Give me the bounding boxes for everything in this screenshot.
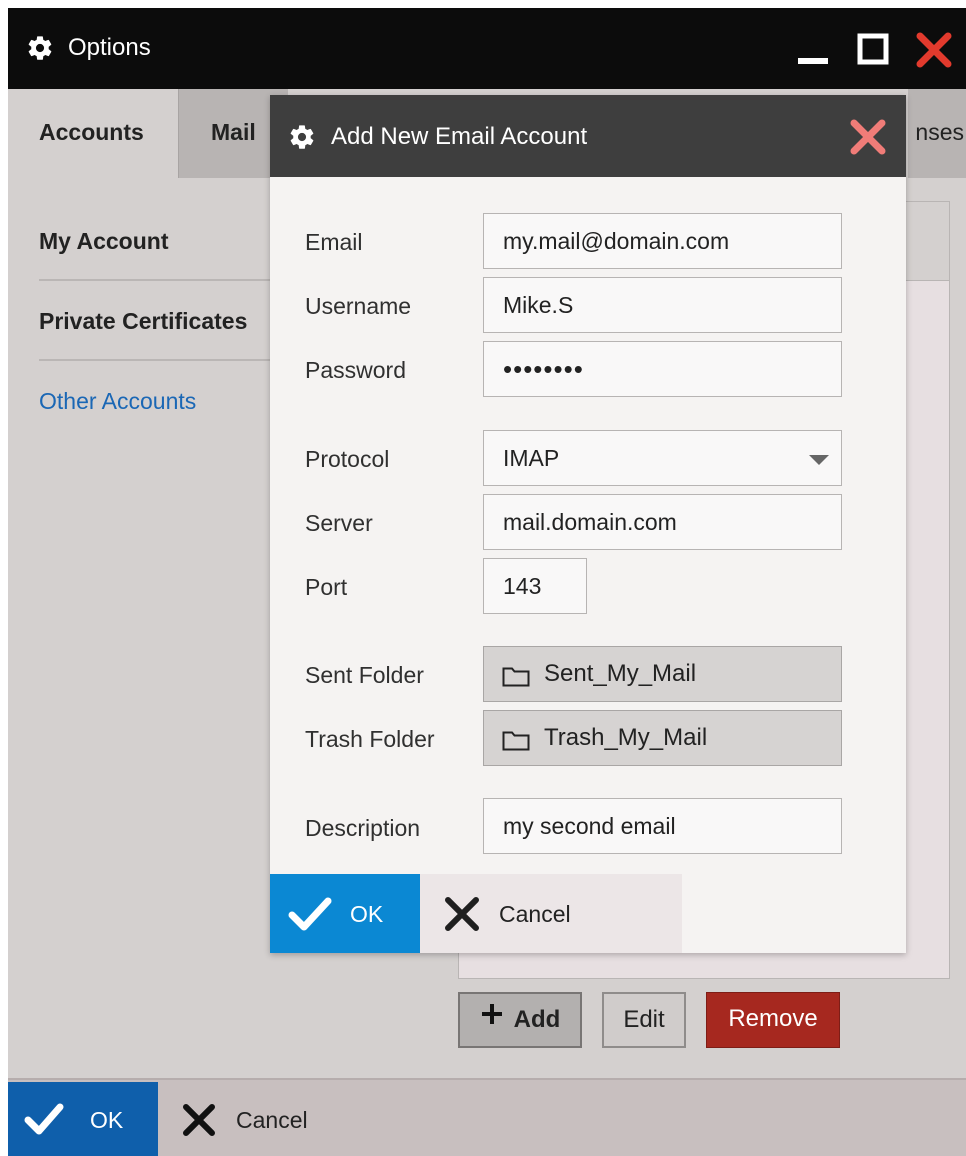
ok-label: OK	[350, 901, 384, 927]
tab-label: Accounts	[39, 119, 144, 145]
dialog-titlebar: Add New Email Account	[270, 95, 906, 177]
tab-accounts[interactable]: Accounts	[8, 89, 178, 178]
protocol-select[interactable]: IMAP	[483, 430, 842, 486]
protocol-value: IMAP	[503, 445, 560, 471]
window-ok-button[interactable]: OK	[8, 1082, 158, 1156]
cancel-label: Cancel	[236, 1107, 308, 1133]
window-titlebar: Options	[8, 8, 966, 89]
sidebar-item-label: Other Accounts	[39, 388, 197, 414]
description-value: my second email	[503, 813, 676, 839]
gear-icon	[288, 123, 316, 151]
gear-icon	[26, 34, 54, 62]
sidebar-item-private-certificates[interactable]: Private Certificates	[39, 308, 269, 335]
close-icon	[850, 119, 886, 155]
cancel-label: Cancel	[499, 901, 571, 927]
trash-folder-label: Trash Folder	[305, 726, 435, 752]
add-account-button[interactable]: Add	[458, 992, 582, 1048]
email-field[interactable]: my.mail@domain.com	[483, 213, 842, 269]
username-value: Mike.S	[503, 292, 574, 318]
password-value: ••••••••	[503, 354, 584, 384]
sent-folder-value: Sent_My_Mail	[544, 660, 697, 687]
minimize-icon	[798, 58, 828, 64]
folder-icon	[502, 665, 530, 687]
checkmark-icon	[288, 896, 332, 932]
dialog-cancel-button[interactable]: Cancel	[420, 874, 682, 953]
window-footer: OK Cancel	[8, 1078, 966, 1156]
username-label: Username	[305, 293, 412, 319]
server-field[interactable]: mail.domain.com	[483, 494, 842, 550]
sidebar-item-other-accounts[interactable]: Other Accounts	[39, 388, 269, 415]
remove-button-label: Remove	[728, 1005, 818, 1032]
description-field[interactable]: my second email	[483, 798, 842, 854]
edit-button-label: Edit	[623, 1006, 665, 1033]
description-label: Description	[305, 815, 421, 841]
server-value: mail.domain.com	[503, 509, 677, 535]
dialog-footer-spacer	[682, 874, 906, 953]
sidebar-item-label: My Account	[39, 228, 169, 254]
add-email-account-dialog: Add New Email Account Email my.mail@doma…	[270, 95, 906, 953]
add-button-label: Add	[513, 1006, 561, 1033]
remove-account-button[interactable]: Remove	[706, 992, 840, 1048]
protocol-label: Protocol	[305, 446, 390, 472]
username-field[interactable]: Mike.S	[483, 277, 842, 333]
chevron-down-icon	[809, 455, 829, 465]
close-icon	[916, 32, 952, 68]
trash-folder-picker[interactable]: Trash_My_Mail	[483, 710, 842, 766]
folder-icon	[502, 729, 530, 751]
tab-label: Mail	[211, 119, 256, 145]
email-label: Email	[305, 229, 363, 255]
maximize-icon	[857, 33, 889, 65]
trash-folder-value: Trash_My_Mail	[544, 724, 708, 751]
dialog-title: Add New Email Account	[331, 123, 588, 150]
plus-icon	[480, 993, 504, 1045]
sidebar-item-my-account[interactable]: My Account	[39, 228, 269, 255]
server-label: Server	[305, 510, 373, 536]
port-value: 143	[503, 573, 542, 599]
ok-label: OK	[90, 1107, 124, 1133]
sidebar-divider	[39, 279, 279, 281]
email-value: my.mail@domain.com	[503, 228, 730, 254]
maximize-button[interactable]	[854, 30, 894, 70]
window-title: Options	[68, 34, 151, 61]
cancel-x-icon	[444, 896, 480, 932]
checkmark-icon	[24, 1102, 64, 1136]
port-field[interactable]: 143	[483, 558, 587, 614]
dialog-close-button[interactable]	[848, 117, 888, 157]
cancel-x-icon	[182, 1103, 216, 1137]
sidebar-item-label: Private Certificates	[39, 308, 248, 334]
dialog-ok-button[interactable]: OK	[270, 874, 420, 953]
password-label: Password	[305, 357, 406, 383]
password-field[interactable]: ••••••••	[483, 341, 842, 397]
sidebar-divider	[39, 359, 279, 361]
sent-folder-label: Sent Folder	[305, 662, 424, 688]
minimize-button[interactable]	[794, 30, 834, 70]
tab-licenses[interactable]: nses	[908, 89, 966, 178]
window-close-button[interactable]	[914, 30, 954, 70]
port-label: Port	[305, 574, 348, 600]
sent-folder-picker[interactable]: Sent_My_Mail	[483, 646, 842, 702]
tab-label: nses	[915, 119, 964, 145]
edit-account-button[interactable]: Edit	[602, 992, 686, 1048]
